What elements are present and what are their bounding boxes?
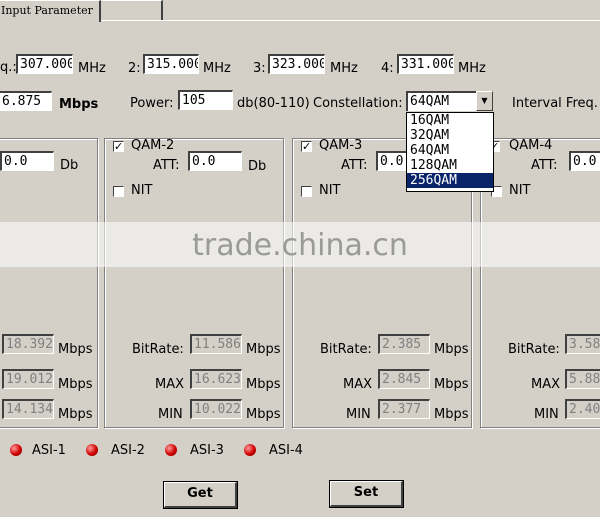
asi-2-led-icon: [86, 444, 98, 456]
qam-2-att-input[interactable]: 0.0: [188, 151, 242, 171]
interval-freq-label: Interval Freq.: [512, 96, 598, 111]
freq-3-input[interactable]: 323.000: [268, 54, 325, 74]
qam-4-max-label: MAX: [531, 377, 561, 392]
constellation-option[interactable]: 128QAM: [407, 158, 493, 173]
freq-2-label: 2:: [128, 61, 141, 76]
qam-1-bitrate: 18.392: [2, 334, 54, 354]
qam-3-min-label: MIN: [346, 407, 371, 422]
qam-1-min: 14.134: [2, 399, 54, 419]
tab-input-parameter[interactable]: Input Parameter: [0, 0, 101, 22]
constellation-option[interactable]: 32QAM: [407, 128, 493, 143]
power-unit: db(80-110): [237, 96, 310, 111]
qam-4-nit-label: NIT: [509, 183, 531, 198]
qam-3-title: QAM-3: [319, 138, 363, 153]
qam-2-title: QAM-2: [131, 138, 175, 153]
constellation-option[interactable]: 16QAM: [407, 113, 493, 128]
constellation-label: Constellation:: [313, 96, 403, 111]
freq-2-unit: MHz: [203, 61, 231, 76]
freq-1-input[interactable]: 307.000: [16, 54, 73, 74]
qam-4-max: 5.888: [565, 369, 600, 389]
qam-2-max: 16.623: [190, 369, 242, 389]
qam-3-nit-checkbox[interactable]: [301, 186, 312, 197]
constellation-select[interactable]: 64QAM ▼: [406, 91, 493, 111]
qam-3-min-unit: Mbps: [434, 407, 469, 422]
asi-2-label: ASI-2: [111, 443, 145, 458]
qam-2-nit-checkbox[interactable]: [113, 186, 124, 197]
constellation-option[interactable]: 64QAM: [407, 143, 493, 158]
qam-1-att-unit: Db: [60, 158, 79, 173]
qam-4-title: QAM-4: [509, 138, 553, 153]
constellation-dropdown-list[interactable]: 16QAM 32QAM 64QAM 128QAM 256QAM: [406, 112, 494, 192]
qam-4-bitrate: 3.582: [565, 334, 600, 354]
qam-2-bitrate: 11.586: [190, 334, 242, 354]
qam-2-bitrate-label: BitRate:: [132, 342, 184, 357]
qam-3-max: 2.845: [378, 369, 430, 389]
freq-2-input[interactable]: 315.000: [143, 54, 199, 74]
qam-2-min: 10.022: [190, 399, 242, 419]
freq-4-label: 4:: [381, 61, 394, 76]
qam-2-checkbox[interactable]: ✓: [113, 141, 124, 152]
qam-3-max-unit: Mbps: [434, 377, 469, 392]
qam-2-max-label: MAX: [155, 377, 185, 392]
asi-1-led-icon: [10, 444, 22, 456]
freq-4-input[interactable]: 331.000: [397, 54, 454, 74]
qam-2-att-unit: Db: [248, 159, 267, 174]
qam-2-att-label: ATT:: [153, 158, 180, 173]
watermark-text: trade.china.cn: [192, 228, 408, 263]
get-button[interactable]: Get: [164, 482, 237, 508]
qam-4-bitrate-label: BitRate:: [508, 342, 560, 357]
asi-4-led-icon: [244, 444, 256, 456]
qam-3-att-label: ATT:: [341, 158, 368, 173]
qam-3-bitrate: 2.385: [378, 334, 430, 354]
qam-2-min-unit: Mbps: [246, 407, 281, 422]
asi-1-label: ASI-1: [32, 443, 66, 458]
constellation-value: 64QAM: [406, 91, 476, 111]
chevron-down-icon[interactable]: ▼: [476, 91, 493, 111]
freq-1-unit: MHz: [78, 61, 106, 76]
qam-4-att-label: ATT:: [531, 158, 558, 173]
freq-3-unit: MHz: [330, 61, 358, 76]
freq-3-label: 3:: [253, 61, 266, 76]
set-button[interactable]: Set: [330, 481, 403, 507]
freq-4-unit: MHz: [458, 61, 486, 76]
constellation-option-selected[interactable]: 256QAM: [407, 173, 493, 188]
qam-2-min-label: MIN: [158, 407, 183, 422]
qam-2-nit-label: NIT: [131, 183, 153, 198]
qam-3-nit-label: NIT: [319, 183, 341, 198]
asi-3-label: ASI-3: [190, 443, 224, 458]
power-input[interactable]: 105: [178, 90, 233, 110]
qam-1-bitrate-unit: Mbps: [58, 342, 93, 357]
power-label: Power:: [130, 96, 174, 111]
qam-2-max-unit: Mbps: [246, 377, 281, 392]
asi-3-led-icon: [165, 444, 177, 456]
tab-second[interactable]: [98, 0, 163, 20]
qam-1-att-input[interactable]: 0.0: [0, 151, 54, 171]
freq-1-label: q.:: [0, 60, 17, 75]
qam-3-bitrate-unit: Mbps: [434, 342, 469, 357]
symbol-rate-unit: Mbps: [59, 97, 99, 112]
qam-2-bitrate-unit: Mbps: [246, 342, 281, 357]
qam-1-min-unit: Mbps: [58, 407, 93, 422]
qam-3-max-label: MAX: [343, 377, 373, 392]
symbol-rate-input[interactable]: 6.875: [0, 91, 52, 111]
qam-3-checkbox[interactable]: ✓: [301, 141, 312, 152]
qam-3-min: 2.377: [378, 399, 430, 419]
qam-4-min-label: MIN: [534, 407, 559, 422]
qam-1-max-unit: Mbps: [58, 377, 93, 392]
qam-3-bitrate-label: BitRate:: [320, 342, 372, 357]
qam-1-max: 19.012: [2, 369, 54, 389]
asi-4-label: ASI-4: [269, 443, 303, 458]
qam-4-att-input[interactable]: 0.0: [569, 151, 600, 171]
qam-3-att-input[interactable]: 0.0: [376, 151, 410, 171]
qam-4-min: 2.406: [565, 399, 600, 419]
